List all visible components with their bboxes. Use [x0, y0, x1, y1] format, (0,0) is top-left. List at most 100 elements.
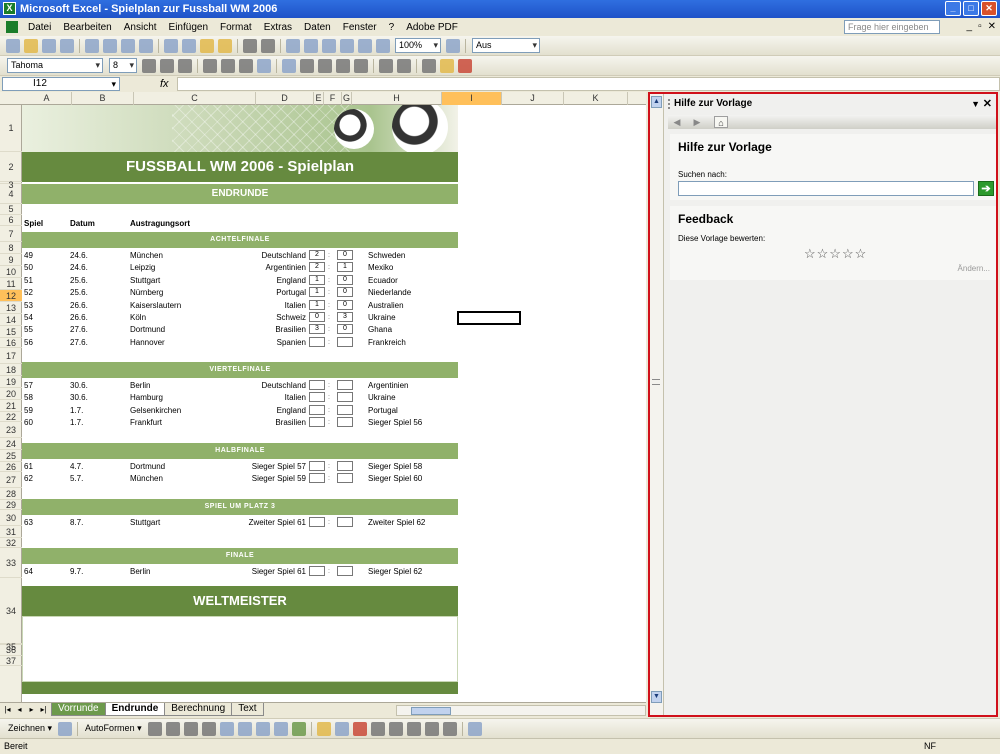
column-header[interactable]: D: [256, 92, 314, 105]
increase-decimal-icon[interactable]: [336, 58, 350, 73]
away-team[interactable]: Ukraine: [368, 392, 396, 404]
away-team[interactable]: Sieger Spiel 56: [368, 417, 422, 429]
permission-icon[interactable]: [60, 38, 74, 53]
menu-item[interactable]: ?: [383, 22, 401, 33]
row-header[interactable]: 14: [0, 314, 22, 326]
column-header[interactable]: B: [72, 92, 134, 105]
rating-stars[interactable]: ☆☆☆☆☆: [804, 246, 867, 262]
picture-icon[interactable]: [291, 721, 306, 736]
italic-icon[interactable]: [160, 58, 174, 73]
first-sheet-icon[interactable]: |◂: [3, 705, 12, 714]
home-score-input[interactable]: 0: [309, 312, 325, 322]
home-score-input[interactable]: [309, 461, 325, 471]
row-header[interactable]: 27: [0, 472, 22, 488]
column-header[interactable]: G: [342, 92, 352, 105]
away-team[interactable]: Sieger Spiel 62: [368, 566, 422, 578]
menu-item[interactable]: Ansicht: [118, 22, 163, 33]
scroll-thumb[interactable]: [411, 707, 451, 715]
sheet-tab-endrunde[interactable]: Endrunde: [104, 703, 166, 716]
home-score-input[interactable]: [309, 517, 325, 527]
help-search-input[interactable]: Frage hier eingeben: [844, 20, 940, 34]
scroll-up-icon[interactable]: ▲: [651, 96, 662, 108]
match-venue[interactable]: Frankfurt: [130, 417, 162, 429]
row-header[interactable]: 5: [0, 204, 22, 215]
fill-color-icon[interactable]: [316, 721, 331, 736]
column-header[interactable]: H: [352, 92, 442, 105]
row-header[interactable]: 31: [0, 526, 22, 538]
match-date[interactable]: 1.7.: [70, 405, 83, 417]
selected-cell[interactable]: [457, 311, 521, 325]
fill-color-icon[interactable]: [440, 58, 454, 73]
menu-item[interactable]: Adobe PDF: [400, 22, 464, 33]
away-team[interactable]: Mexiko: [368, 262, 393, 274]
match-date[interactable]: 30.6.: [70, 380, 88, 392]
match-date[interactable]: 25.6.: [70, 287, 88, 299]
row-header[interactable]: 21: [0, 400, 22, 412]
column-header[interactable]: K: [564, 92, 628, 105]
align-left-icon[interactable]: [203, 58, 217, 73]
match-number[interactable]: 53: [24, 300, 33, 312]
align-right-icon[interactable]: [239, 58, 253, 73]
forward-icon[interactable]: ▶: [690, 116, 704, 128]
row-header[interactable]: 10: [0, 266, 22, 278]
away-team[interactable]: Portugal: [368, 405, 398, 417]
home-team[interactable]: Sieger Spiel 61: [252, 566, 306, 578]
row-header[interactable]: 37: [0, 656, 22, 666]
match-date[interactable]: 9.7.: [70, 566, 83, 578]
away-score-input[interactable]: [337, 392, 353, 403]
oval-icon[interactable]: [201, 721, 216, 736]
menu-item[interactable]: Datei: [22, 22, 57, 33]
home-icon[interactable]: ⌂: [714, 116, 728, 128]
match-venue[interactable]: Stuttgart: [130, 517, 160, 529]
match-number[interactable]: 64: [24, 566, 33, 578]
away-score-input[interactable]: 0: [337, 287, 353, 298]
borders-icon[interactable]: [422, 58, 436, 73]
help-icon[interactable]: [446, 38, 460, 53]
row-header[interactable]: 7: [0, 226, 22, 242]
row-header[interactable]: 22: [0, 412, 22, 422]
autoshapes-menu-button[interactable]: AutoFormen ▾: [85, 723, 142, 734]
home-team[interactable]: England: [277, 405, 306, 417]
zoom-select[interactable]: 100%: [395, 38, 441, 53]
row-header[interactable]: 1: [0, 105, 22, 152]
home-team[interactable]: Spanien: [277, 337, 306, 349]
match-number[interactable]: 62: [24, 473, 33, 485]
match-number[interactable]: 51: [24, 275, 33, 287]
menu-item[interactable]: Format: [214, 22, 258, 33]
menu-item[interactable]: Bearbeiten: [57, 22, 117, 33]
away-team[interactable]: Argentinien: [368, 380, 408, 392]
print-icon[interactable]: [85, 38, 99, 53]
row-header[interactable]: 26: [0, 462, 22, 472]
redo-icon[interactable]: [261, 38, 275, 53]
home-team[interactable]: Sieger Spiel 59: [252, 473, 306, 485]
away-score-input[interactable]: [337, 473, 353, 484]
prev-sheet-icon[interactable]: ◂: [15, 705, 24, 714]
doc-restore-icon[interactable]: ▫: [978, 21, 982, 32]
away-team[interactable]: Schweden: [368, 250, 405, 262]
underline-icon[interactable]: [178, 58, 192, 73]
match-number[interactable]: 60: [24, 417, 33, 429]
away-team[interactable]: Frankreich: [368, 337, 406, 349]
home-team[interactable]: Italien: [285, 300, 306, 312]
match-number[interactable]: 59: [24, 405, 33, 417]
row-header[interactable]: 13: [0, 302, 22, 314]
line-style-icon[interactable]: [370, 721, 385, 736]
home-team[interactable]: Sieger Spiel 57: [252, 461, 306, 473]
copy-icon[interactable]: [182, 38, 196, 53]
home-score-input[interactable]: 1: [309, 299, 325, 310]
task-pane-scrollbar[interactable]: ▲ ▼: [650, 94, 664, 715]
format-painter-icon[interactable]: [218, 38, 232, 53]
decrease-indent-icon[interactable]: [379, 58, 393, 73]
match-number[interactable]: 49: [24, 250, 33, 262]
home-score-input[interactable]: 2: [309, 262, 325, 273]
home-score-input[interactable]: 3: [309, 324, 325, 335]
match-number[interactable]: 61: [24, 461, 33, 473]
match-number[interactable]: 52: [24, 287, 33, 299]
chart-wizard-icon[interactable]: [358, 38, 372, 53]
search-go-icon[interactable]: ➔: [978, 181, 994, 196]
match-venue[interactable]: München: [130, 250, 163, 262]
workbook-icon[interactable]: [6, 21, 18, 33]
match-date[interactable]: 4.7.: [70, 461, 83, 473]
match-venue[interactable]: Nürnberg: [130, 287, 163, 299]
hyperlink-icon[interactable]: [286, 38, 300, 53]
